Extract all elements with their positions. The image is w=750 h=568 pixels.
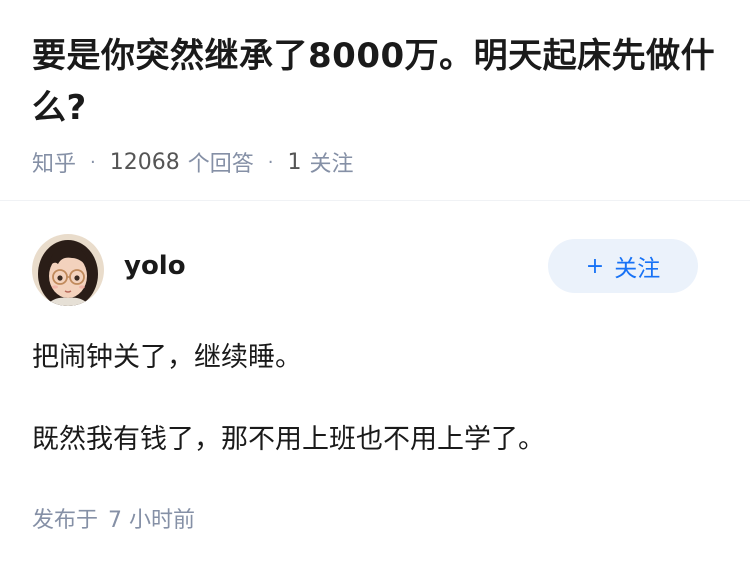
follow-button-label: 关注 [614, 256, 661, 282]
answer-count: 12068 [109, 149, 180, 175]
question-meta: 知乎 · 12068 个回答 · 1 关注 [32, 146, 718, 178]
follow-button[interactable]: + 关注 [548, 239, 698, 293]
question-header: 要是你突然继承了8000万。明天起床先做什么? 知乎 · 12068 个回答 ·… [0, 0, 750, 177]
author-name[interactable]: yolo [124, 251, 186, 281]
separator-dot: · [267, 151, 274, 173]
source-label[interactable]: 知乎 [32, 146, 76, 178]
publish-time: 发布于 7 小时前 [32, 502, 195, 534]
publish-time-value: 7 小时前 [108, 508, 196, 533]
answer-card: yolo + 关注 把闹钟关了，继续睡。 既然我有钱了，那不用上班也不用上学了。… [32, 234, 718, 533]
publish-prefix: 发布于 [32, 508, 99, 533]
question-title[interactable]: 要是你突然继承了8000万。明天起床先做什么? [32, 30, 718, 134]
divider [0, 200, 750, 201]
separator-dot: · [90, 151, 96, 173]
avatar[interactable] [32, 234, 104, 306]
answer-paragraph: 既然我有钱了，那不用上班也不用上学了。 [32, 424, 545, 455]
author-row: yolo + 关注 [32, 234, 718, 306]
answer-paragraph: 把闹钟关了，继续睡。 [32, 342, 302, 373]
answer-count-label: 个回答 [187, 152, 254, 177]
plus-icon: + [585, 253, 605, 279]
follow-count: 1 [287, 149, 302, 175]
follow-count-label: 关注 [309, 152, 354, 177]
